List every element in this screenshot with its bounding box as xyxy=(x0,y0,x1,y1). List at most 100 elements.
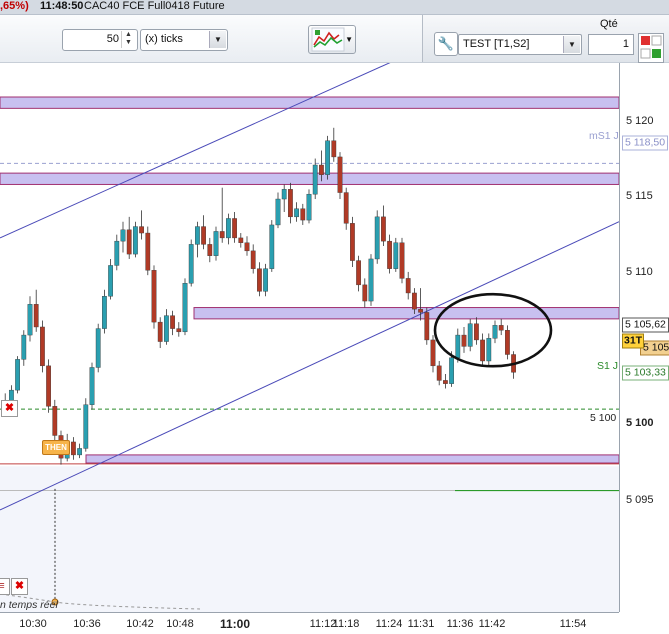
bull-candle xyxy=(15,359,20,391)
bear-candle xyxy=(412,292,417,310)
bear-candle xyxy=(381,216,386,242)
qty-value: 1 xyxy=(622,38,629,50)
bear-candle xyxy=(319,164,324,175)
bear-candle xyxy=(331,140,337,158)
bear-candle xyxy=(343,192,349,224)
price-tick-label: 5 115 xyxy=(626,190,653,202)
title-bar: ,65%) 11:48:50 CAC40 FCE Full0418 Future xyxy=(0,0,669,15)
time-tick-label: 11:31 xyxy=(407,618,435,630)
bull-candle xyxy=(486,338,492,362)
bull-candle xyxy=(455,334,461,358)
bear-candle xyxy=(405,278,411,294)
bear-candle xyxy=(424,312,430,341)
bear-candle xyxy=(126,229,132,255)
bull-candle xyxy=(188,244,194,284)
qty-input[interactable]: 1 xyxy=(588,34,634,55)
bull-candle xyxy=(492,325,498,339)
bull-candle xyxy=(325,140,330,175)
bear-candle xyxy=(436,365,442,381)
bear-candle xyxy=(399,242,405,279)
ms1-price-tag: 5 118,50 xyxy=(622,135,669,151)
bear-candle xyxy=(300,208,306,221)
bear-candle xyxy=(244,242,250,252)
bear-candle xyxy=(443,380,448,384)
bull-candle xyxy=(225,218,231,239)
bear-candle xyxy=(505,330,510,355)
time-tick-label: 11:24 xyxy=(375,618,403,630)
s1-level-label: S1 J xyxy=(597,360,619,372)
bull-candle xyxy=(77,448,83,456)
bull-candle xyxy=(269,224,275,269)
strategy-label: TEST [T1,S2] xyxy=(463,38,530,50)
bull-candle xyxy=(263,268,268,292)
bear-candle xyxy=(219,231,225,239)
bull-candle xyxy=(27,304,33,336)
bull-candle xyxy=(312,164,318,195)
close-order-icon[interactable]: ✖ xyxy=(1,400,18,417)
bear-candle xyxy=(257,268,262,292)
indicator-dropdown-icon[interactable]: ▼ xyxy=(345,35,353,44)
qty-label: Qté xyxy=(600,18,618,30)
chevron-down-icon[interactable]: ▼ xyxy=(563,36,580,53)
bull-candle xyxy=(95,328,101,368)
bear-candle xyxy=(46,365,52,407)
time-tick-label: 10:48 xyxy=(166,618,194,630)
bear-candle xyxy=(40,326,45,367)
time-axis[interactable]: 10:30 10:36 10:42 10:48 11:00 11:12 11:1… xyxy=(0,612,619,634)
bull-candle xyxy=(306,193,312,221)
bear-candle xyxy=(474,323,479,341)
bear-candle xyxy=(250,250,256,269)
ticks-unit-label: (x) ticks xyxy=(145,33,183,45)
bear-candle xyxy=(207,244,213,256)
bear-candle xyxy=(157,321,163,342)
bear-candle xyxy=(430,339,436,367)
bear-candle xyxy=(33,304,39,328)
wrench-icon[interactable]: 🔧 xyxy=(434,32,458,56)
bull-candle xyxy=(393,242,399,269)
realtime-label: n temps réel xyxy=(0,599,58,611)
bull-candle xyxy=(275,198,281,226)
ticks-unit-select[interactable]: (x) ticks ▼ xyxy=(140,29,228,51)
bear-candle xyxy=(232,218,237,239)
bear-candle xyxy=(418,308,423,313)
strategy-select[interactable]: TEST [T1,S2] ▼ xyxy=(458,34,582,55)
ticks-value: 50 xyxy=(106,33,119,45)
bear-candle xyxy=(70,441,76,456)
price-tick-label: 5 110 xyxy=(626,266,653,278)
position-size-tag: 31T xyxy=(622,333,645,349)
level-5100-label: 5 100 xyxy=(590,412,617,424)
bear-candle xyxy=(350,223,355,261)
price-zone xyxy=(85,454,619,464)
spinner-arrows-icon[interactable]: ▲ ▼ xyxy=(121,31,135,48)
bear-candle xyxy=(145,232,151,271)
bull-candle xyxy=(114,240,120,266)
bear-candle xyxy=(288,189,293,218)
bull-candle xyxy=(213,231,219,256)
bear-candle xyxy=(176,328,182,333)
bull-candle xyxy=(374,216,380,260)
bull-candle xyxy=(83,404,89,449)
price-chart[interactable] xyxy=(0,63,619,612)
time-tick-label: 10:42 xyxy=(126,618,154,630)
clock-time: 11:48:50 xyxy=(40,0,84,12)
time-tick-label: 11:36 xyxy=(446,618,474,630)
bear-candle xyxy=(480,339,485,362)
time-tick-label: 11:42 xyxy=(478,618,506,630)
time-tick-label: 10:30 xyxy=(19,618,47,630)
price-zone xyxy=(193,307,619,320)
chevron-down-icon[interactable]: ▼ xyxy=(209,31,226,48)
close-order-icon[interactable]: ✖ xyxy=(11,578,28,595)
order-menu-icon[interactable]: ≡ xyxy=(0,578,10,595)
then-badge[interactable]: THEN xyxy=(42,440,70,455)
bull-candle xyxy=(101,296,107,329)
bear-candle xyxy=(461,334,467,347)
buy-sell-icon[interactable] xyxy=(638,33,664,63)
s1-price-tag: 5 103,33 xyxy=(622,365,669,381)
ms1-level-label: mS1 J xyxy=(589,130,619,142)
bull-candle xyxy=(368,258,374,302)
bull-candle xyxy=(449,357,454,384)
indicator-button[interactable]: ▼ xyxy=(308,25,356,54)
ticks-spinner[interactable]: 50 ▲ ▼ xyxy=(62,29,138,51)
price-tick-label: 5 095 xyxy=(626,494,654,506)
bear-candle xyxy=(337,156,343,193)
